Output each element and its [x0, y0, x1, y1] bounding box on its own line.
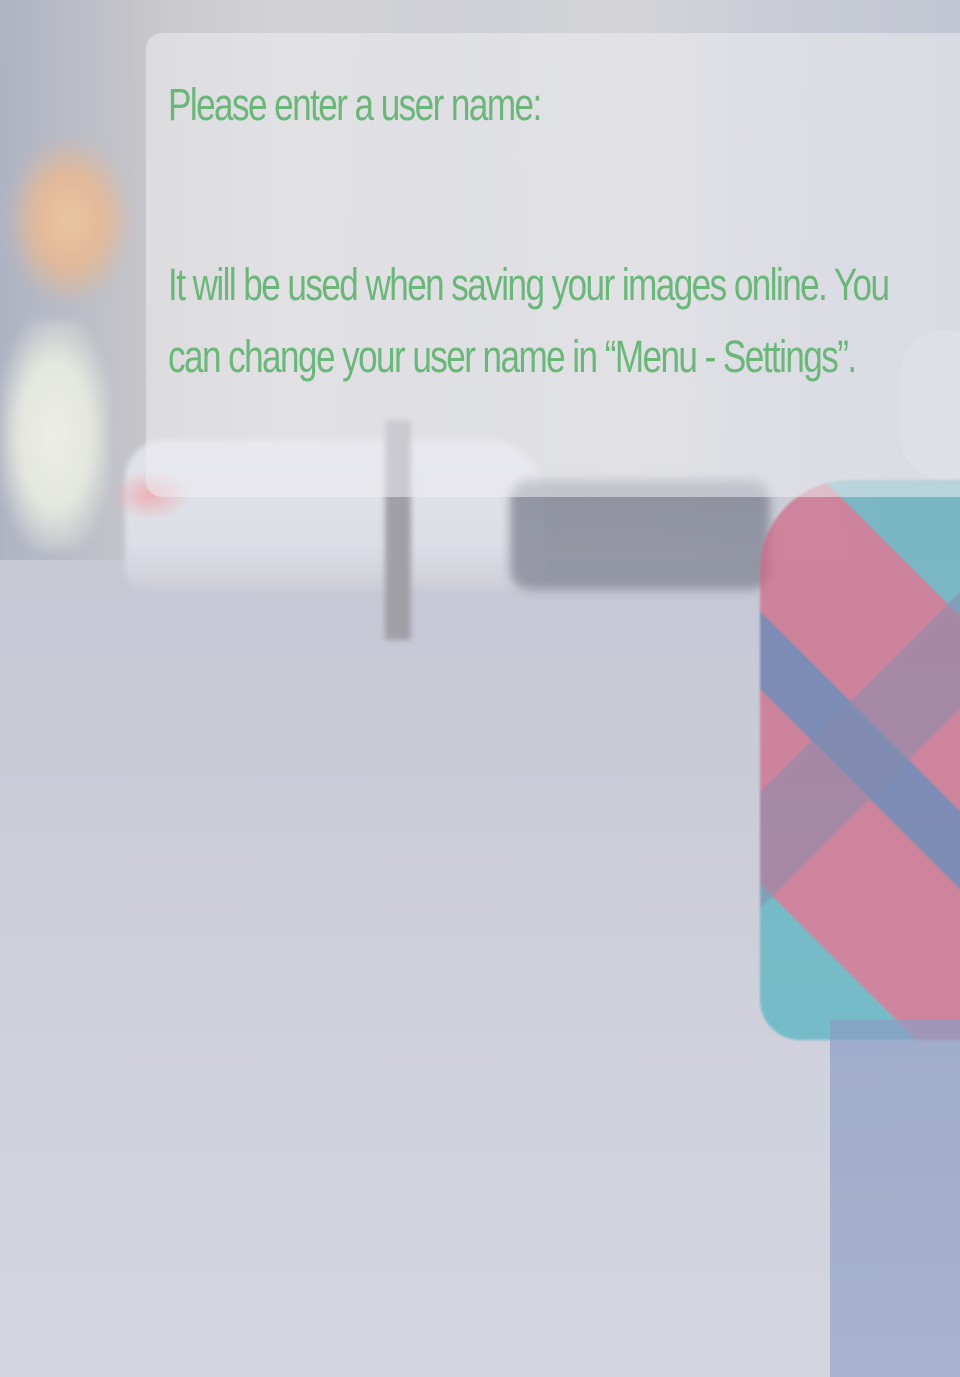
username-prompt-panel: Please enter a user name: It will be use…	[146, 33, 960, 497]
prompt-description: It will be used when saving your images …	[168, 259, 890, 382]
prompt-title: Please enter a user name:	[168, 79, 542, 130]
